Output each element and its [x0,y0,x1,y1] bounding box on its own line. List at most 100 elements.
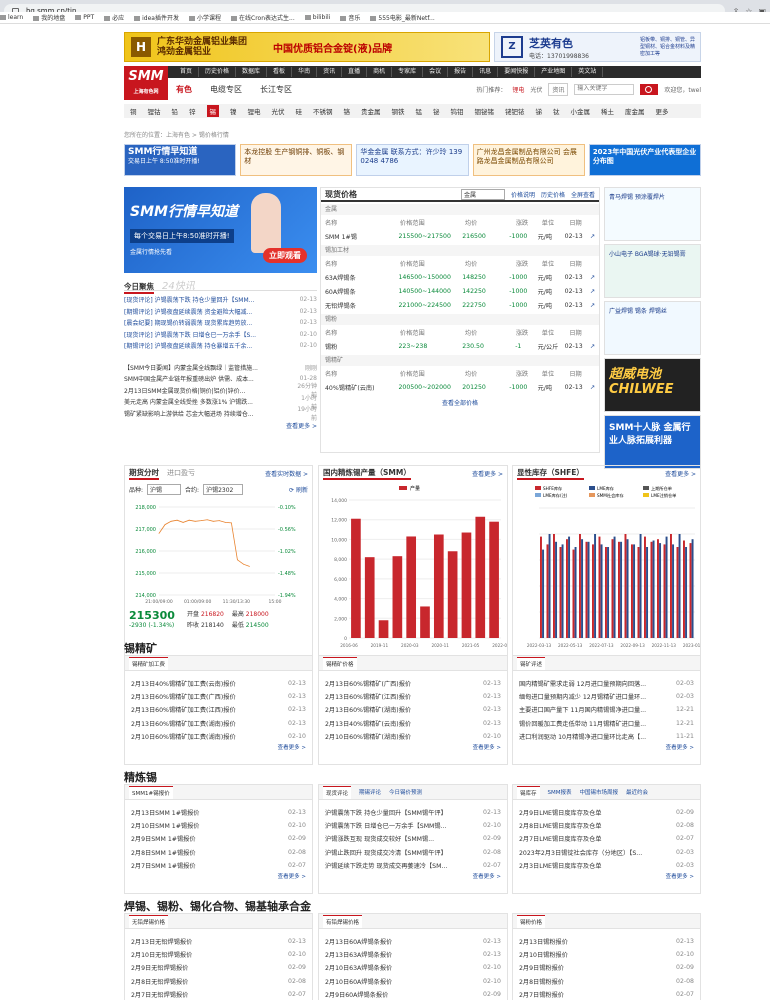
topnav-item[interactable]: 华南 [292,67,318,77]
metal-tab[interactable]: 贵金属 [361,106,381,116]
metal-tab[interactable]: 镍 [230,106,237,116]
card-list-item[interactable]: 2月13日40%锡精矿加工费(云南)报价 02-13 [125,677,312,690]
topnav-item[interactable]: 看板 [267,67,293,77]
bookmark-item[interactable]: 我的地盘 [33,13,65,22]
card-list-item[interactable]: 2月8日SMM 1#锡报价 02-08 [125,846,312,859]
trend-chart-icon[interactable]: ↗ [590,343,595,350]
item-title[interactable]: 2月10日无铅焊锡报价 [131,950,288,959]
topnav-item[interactable]: 会议 [423,67,449,77]
card-list-item[interactable]: 2月9日锡粉报价 02-09 [513,961,700,974]
card-list-item[interactable]: 2月13日60%锡精矿加工费(湖南)报价 02-13 [125,717,312,730]
news-more-link[interactable]: 查看更多 > [124,421,317,430]
metal-tab[interactable]: 光伏 [272,106,285,116]
topnav-item[interactable]: 产业地图 [535,67,573,77]
card-list-item[interactable]: 2月13日60%锡精矿(广西)报价 02-13 [319,677,507,690]
card-list-item[interactable]: 2月9日LME锡日度库存及仓单 02-09 [513,806,700,819]
item-title[interactable]: 2月8日SMM 1#锡报价 [131,848,288,857]
metal-tab[interactable]: 锑 [536,106,543,116]
news-item[interactable]: [晨会纪要] 期现锡价转弱震荡 现货累库趋势放... 02-13 [124,317,317,329]
topnav-item[interactable]: 报告 [448,67,474,77]
card-list-item[interactable]: 2月3日LME锡日度库存及仓单 02-03 [513,859,700,872]
metal-tab[interactable]: 硅 [296,106,303,116]
card-tab-active[interactable]: 锡矿评述 [517,656,546,670]
ad-huajing[interactable]: H 广东华劲金属铝业集团 鸿劲金属铝业 中国优质铝合金锭(液)品牌 [124,32,490,62]
news-item[interactable]: 2月13日SMM金属现货价格|铜价|铝价|锌价... 26分钟前 [124,383,317,399]
smm-logo[interactable]: SMM 上海有色网 [124,66,168,100]
card-list-item[interactable]: 沪锡震荡下跌 持仓少量回升【SMM锡午评】 02-13 [319,806,507,819]
card-list-item[interactable]: 主要进口国产量下 11月国内精锡锡净进口量... 12-21 [513,703,700,716]
card-list-item[interactable]: 2月8日无铅焊锡报价 02-08 [125,975,312,988]
card-list-item[interactable]: 缅甸进口量预期内减少 12月锡精矿进口量环... 02-03 [513,690,700,703]
spot-row[interactable]: SMM 1#锡 215500~217500 216500 -1000 元/吨 02-13 ↗ [321,229,599,243]
item-title[interactable]: 2月13日锡粉报价 [519,937,676,946]
item-title[interactable]: 2月13日60%锡精矿加工费(湖南)报价 [131,719,288,728]
item-title[interactable]: 2月9日锡粉报价 [519,963,676,972]
price-note-link[interactable]: 价格说明 [511,190,535,199]
metal-tab[interactable]: 铋 [433,106,440,116]
futures-realtime-link[interactable]: 查看实时数据 > [265,469,308,478]
bookmark-item[interactable]: 音乐 [340,13,360,22]
metal-tab[interactable]: 铜 [130,106,137,116]
card-list-item[interactable]: 进口利润驱动 10月精锡净进口量环比走高【... 11-21 [513,730,700,743]
news-item[interactable]: [期锡评论] 沪锡夜盘延续震荡 持仓暴增五千余... 02-10 [124,340,317,352]
item-title[interactable]: 沪锡震荡下跌 日增仓已一万余手【SMM锡... [325,821,483,830]
card-more-link[interactable]: 查看更多 > [319,872,507,880]
card-more-link[interactable]: 查看更多 > [319,743,507,751]
subnav-changjiang[interactable]: 长江专区 [260,84,292,95]
metal-tab[interactable]: 稀土 [601,106,614,116]
card-list-item[interactable]: 2月9日无铅焊锡报价 02-09 [125,961,312,974]
metal-tab[interactable]: 铑钯铱 [505,106,525,116]
item-title[interactable]: 沪锡延续下跌走势 现货成交再萎速冷【SM... [325,861,483,870]
card-list-item[interactable]: 2月13日60%锡精矿(江西)报价 02-13 [319,690,507,703]
card-list-item[interactable]: 2月13日40%锡精矿(云南)报价 02-13 [319,717,507,730]
side-ad-1[interactable]: 青马焊锡 预涂覆焊片 [604,187,701,241]
metal-tab[interactable]: 铟铋锗 [475,106,495,116]
card-list-item[interactable]: 2月8日LME锡日度库存及仓单 02-08 [513,819,700,832]
news-title[interactable]: 锡矿紧缺影响上游供给 芯金大幅进场 持续增仓... [124,409,297,418]
banner-cta-button[interactable]: 立即观看 [263,248,307,263]
card-tab-active[interactable]: 锡库存 [517,785,540,799]
hot-guangfu[interactable]: 光伏 [530,85,542,94]
card-tab[interactable]: 期锡评论 [359,788,381,796]
topnav-item[interactable]: 讯息 [473,67,499,77]
spot-row[interactable]: 无铅焊锡条 221000~224500 222750 -1000 元/吨 02-13 ↗ [321,298,599,312]
item-title[interactable]: 2月13日SMM 1#锡报价 [131,808,288,817]
topnav-item[interactable]: 数据库 [236,67,268,77]
fullscreen-link[interactable]: 全屏查看 [571,190,595,199]
card-list-item[interactable]: 2月10日60%锡精矿加工费(湖南)报价 02-10 [125,730,312,743]
ad-strip-huajin[interactable]: 华金金属 联系方式：许少玲 139 0248 4786 [356,144,469,176]
news-title[interactable]: [现货评论] 沪锡震荡下跌 日增仓已一万余手【S... [124,330,297,339]
card-list-item[interactable]: 2月10日63A焊锡条报价 02-10 [319,961,507,974]
card-list-item[interactable]: 2月9日SMM 1#锡报价 02-09 [125,832,312,845]
bookmark-item[interactable]: idea插件开发 [134,13,179,22]
card-list-item[interactable]: 2月13日60A焊锡条报价 02-13 [319,935,507,948]
stock-more-link[interactable]: 查看更多 > [665,469,696,478]
hot-lidian[interactable]: 锂电 [512,85,524,94]
card-more-link[interactable]: 查看更多 > [125,872,312,880]
card-list-item[interactable]: 2月13日63A焊锡条报价 02-13 [319,948,507,961]
news-item[interactable]: 锡矿紧缺影响上游供给 芯金大幅进场 持续增仓... 19小时前 [124,406,317,422]
item-title[interactable]: 锡价回暖加工费走低带动 11月锡精矿进口量... [519,719,676,728]
item-title[interactable]: 2月7日LME锡日度库存及仓单 [519,834,676,843]
bookmark-item[interactable]: bilibili [304,14,330,21]
item-title[interactable]: 2月3日LME锡日度库存及仓单 [519,861,676,870]
item-title[interactable]: 进口利润驱动 10月精锡净进口量环比走高【... [519,732,676,741]
item-title[interactable]: 2023年2月3日锡锭社会库存（分地区）【S... [519,848,676,857]
news-title[interactable]: 【SMM今日要闻】内蒙金属全线飘绿｜监管措施... [124,363,297,372]
card-list-item[interactable]: 2月8日锡粉报价 02-08 [513,975,700,988]
variety-select[interactable]: 沪锡 [147,484,182,495]
metal-tab[interactable]: 钛 [553,106,560,116]
item-title[interactable]: 2月13日60A焊锡条报价 [325,937,483,946]
news-item[interactable]: 【SMM今日要闻】内蒙金属全线飘绿｜监管措施... 刚刚 [124,362,317,374]
bookmark-item[interactable]: PPT [75,14,94,21]
tab-import[interactable]: 进口盈亏 [167,468,195,478]
banner-smm[interactable]: SMM行情早知道 每个交易日上午8:50准时开播! 金属行情抢先看 立即观看 [124,187,317,273]
metal-tab[interactable]: 废金属 [625,106,645,116]
subnav-cable[interactable]: 电缆专区 [210,84,242,95]
metal-tab[interactable]: 更多 [656,106,669,116]
user-greeting[interactable]: 欢迎您，twel [664,85,701,94]
card-more-link[interactable]: 查看更多 > [513,743,700,751]
item-title[interactable]: 国内精锡矿需求走弱 12月进口量预期向回落... [519,679,676,688]
item-title[interactable]: 2月13日40%锡精矿(云南)报价 [325,719,483,728]
trend-chart-icon[interactable]: ↗ [590,288,595,295]
